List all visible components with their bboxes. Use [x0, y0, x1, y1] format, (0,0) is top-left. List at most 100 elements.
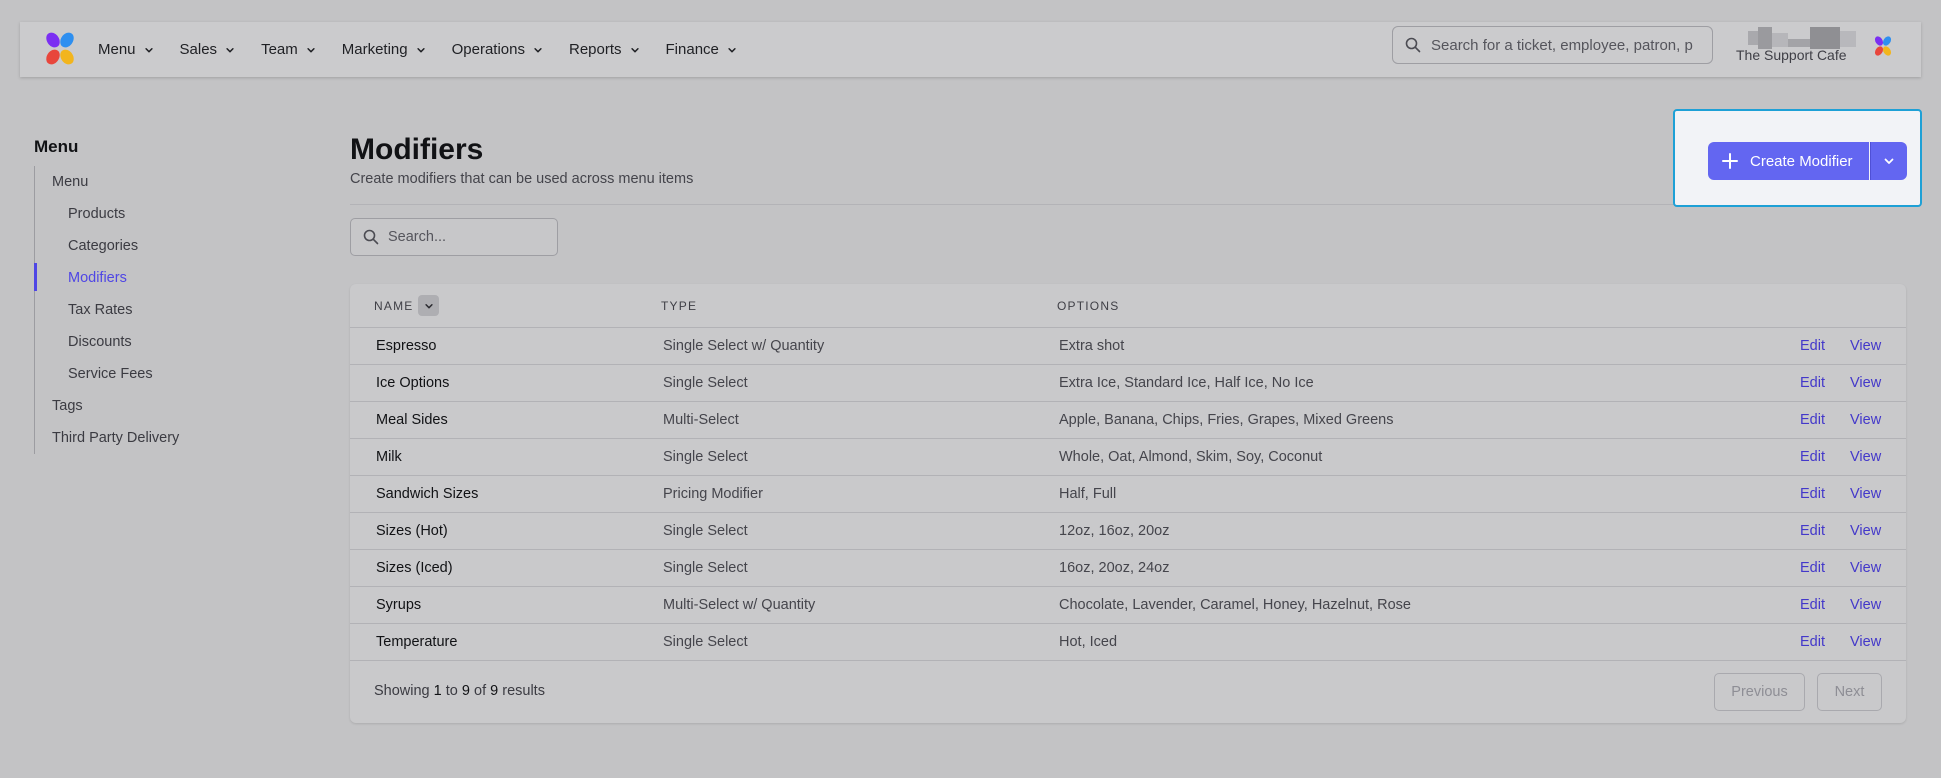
edit-link[interactable]: Edit [1800, 634, 1825, 650]
modifier-name: Sizes (Iced) [376, 560, 453, 576]
global-search-field[interactable] [1392, 26, 1713, 64]
chevron-down-icon [416, 47, 425, 52]
edit-link[interactable]: Edit [1800, 338, 1825, 354]
nav-item-label: Menu [98, 41, 136, 58]
view-link[interactable]: View [1850, 597, 1881, 613]
chevron-down-icon [630, 47, 639, 52]
nav-item-label: Operations [451, 41, 525, 58]
edit-link[interactable]: Edit [1800, 486, 1825, 502]
sidebar-item-tags[interactable]: Tags [52, 398, 83, 414]
view-link[interactable]: View [1850, 375, 1881, 391]
column-header-name: Name [374, 299, 414, 313]
nav-item-team[interactable]: Team [261, 41, 316, 58]
table-row: Espresso Single Select w/ Quantity Extra s… [350, 328, 1906, 365]
modifier-name: Syrups [376, 597, 422, 613]
table-row: Milk Single Select Whole, Oat, Almond, Ski… [350, 439, 1906, 476]
global-search-input[interactable] [1431, 36, 1701, 54]
chevron-down-icon [424, 303, 433, 308]
view-link[interactable]: View [1850, 338, 1881, 354]
modifier-name: Espresso [376, 338, 437, 354]
view-link[interactable]: View [1850, 486, 1881, 502]
modifier-type: Single Select [663, 449, 748, 465]
page-title: Modifiers [350, 133, 484, 166]
create-modifier-dropdown-button[interactable] [1870, 142, 1907, 180]
edit-link[interactable]: Edit [1800, 597, 1825, 613]
app-logo-icon[interactable] [40, 29, 80, 69]
org-name[interactable]: The Support Cafe [1736, 47, 1847, 63]
sidebar-item-third-party-delivery[interactable]: Third Party Delivery [52, 430, 179, 446]
modifier-search-input[interactable] [388, 229, 548, 245]
sidebar-active-indicator [34, 263, 37, 291]
modifier-options: Chocolate, Lavender, Caramel, Honey, Haz… [1059, 597, 1411, 613]
nav-item-label: Reports [568, 41, 622, 58]
edit-link[interactable]: Edit [1800, 412, 1825, 428]
nav-item-marketing[interactable]: Marketing [342, 41, 426, 58]
table-row: Meal Sides Multi-Select Apple, Banana, Chi… [350, 402, 1906, 439]
modifier-options: 12oz, 16oz, 20oz [1059, 523, 1170, 539]
view-link[interactable]: View [1850, 523, 1881, 539]
modifier-name: Meal Sides [376, 412, 448, 428]
sort-name-button[interactable] [418, 295, 439, 316]
org-logo-icon[interactable] [1871, 34, 1895, 58]
create-modifier-button[interactable]: Create Modifier [1708, 142, 1869, 180]
edit-link[interactable]: Edit [1800, 449, 1825, 465]
nav-item-reports[interactable]: Reports [569, 41, 640, 58]
nav-item-label: Marketing [341, 41, 408, 58]
account-avatar-image[interactable] [1748, 27, 1856, 49]
nav-item-label: Finance [665, 41, 719, 58]
search-icon [363, 229, 379, 245]
column-header-type: Type [661, 299, 698, 313]
search-icon [1405, 37, 1421, 53]
table-row: Ice Options Single Select Extra Ice, Stand… [350, 365, 1906, 402]
table-row: Sizes (Iced) Single Select 16oz, 20oz, 24o… [350, 550, 1906, 587]
modifier-type: Pricing Modifier [663, 486, 763, 502]
edit-link[interactable]: Edit [1800, 560, 1825, 576]
next-page-button[interactable]: Next [1817, 673, 1882, 711]
modifier-name: Ice Options [376, 375, 450, 391]
table-row: Sandwich Sizes Pricing Modifier Half, Full… [350, 476, 1906, 513]
modifier-options: Whole, Oat, Almond, Skim, Soy, Coconut [1059, 449, 1323, 465]
table-header: Name Type Options [350, 284, 1906, 328]
table-row: Syrups Multi-Select w/ Quantity Chocolate,… [350, 587, 1906, 624]
sidebar-nav: Menu Products Categories Modifiers Tax R… [34, 166, 274, 454]
create-modifier-focus-frame: Create Modifier [1673, 109, 1922, 207]
view-link[interactable]: View [1850, 412, 1881, 428]
sidebar-item-menu[interactable]: Menu [52, 174, 88, 190]
modifier-name: Sizes (Hot) [376, 523, 448, 539]
modifier-type: Multi-Select [663, 412, 739, 428]
modifier-name: Temperature [376, 634, 458, 650]
view-link[interactable]: View [1850, 449, 1881, 465]
view-link[interactable]: View [1850, 560, 1881, 576]
edit-link[interactable]: Edit [1800, 375, 1825, 391]
modifier-type: Single Select w/ Quantity [663, 338, 825, 354]
view-link[interactable]: View [1850, 634, 1881, 650]
nav-item-label: Team [261, 41, 298, 58]
chevron-down-icon [1884, 158, 1894, 164]
sidebar-item-modifiers[interactable]: Modifiers [68, 270, 127, 286]
sidebar-item-categories[interactable]: Categories [68, 238, 138, 254]
page-subtitle: Create modifiers that can be used across… [350, 171, 694, 187]
nav-item-label: Sales [179, 41, 218, 58]
modifier-type: Multi-Select w/ Quantity [663, 597, 816, 613]
modifier-search-field[interactable] [350, 218, 558, 256]
sidebar-item-discounts[interactable]: Discounts [68, 334, 132, 350]
nav-item-operations[interactable]: Operations [452, 41, 543, 58]
modifier-options: Extra shot [1059, 338, 1125, 354]
nav-item-sales[interactable]: Sales [180, 41, 236, 58]
sidebar-item-tax-rates[interactable]: Tax Rates [68, 302, 132, 318]
chevron-down-icon [307, 47, 315, 52]
sidebar-item-service-fees[interactable]: Service Fees [68, 366, 153, 382]
nav-item-finance[interactable]: Finance [666, 41, 737, 58]
edit-link[interactable]: Edit [1800, 523, 1825, 539]
chevron-down-icon [226, 47, 234, 52]
modifier-options: Half, Full [1059, 486, 1117, 502]
sidebar-item-products[interactable]: Products [68, 206, 125, 222]
column-header-options: Options [1057, 299, 1120, 313]
modifier-type: Single Select [663, 560, 748, 576]
previous-page-button[interactable]: Previous [1714, 673, 1805, 711]
modifier-options: Apple, Banana, Chips, Fries, Grapes, Mix… [1059, 412, 1394, 428]
nav-item-menu[interactable]: Menu [98, 41, 154, 58]
create-modifier-label: Create Modifier [1750, 152, 1853, 170]
table-row: Temperature Single Select Hot, Iced Edit Vie… [350, 624, 1906, 661]
modifier-type: Single Select [663, 375, 748, 391]
